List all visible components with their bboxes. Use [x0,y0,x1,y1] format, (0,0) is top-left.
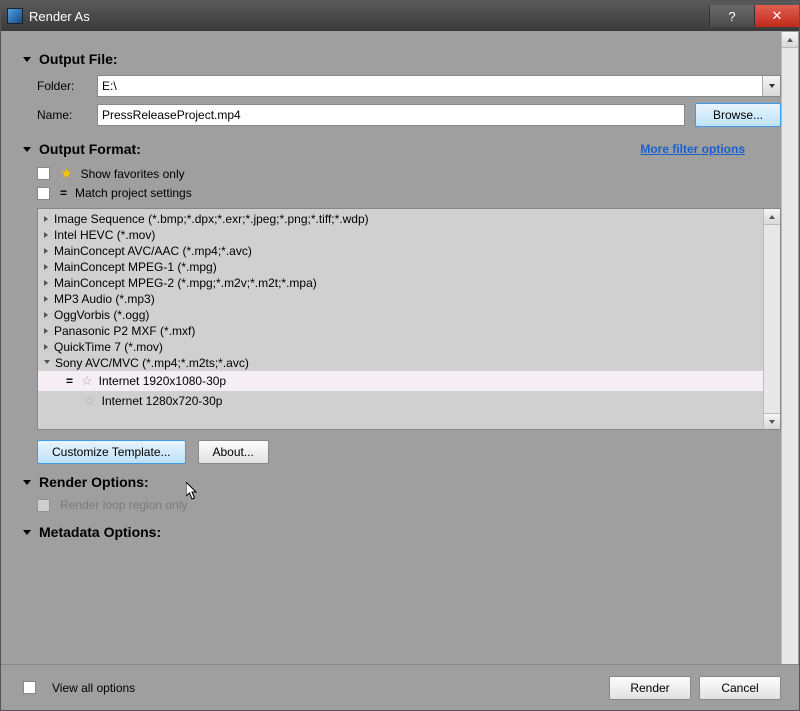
chevron-right-icon [44,216,48,222]
view-all-checkbox[interactable] [23,681,36,694]
chevron-down-icon [23,57,31,62]
render-loop-checkbox [37,499,50,512]
preset-item[interactable]: ☆ Internet 1280x720-30p [38,391,763,411]
name-label: Name: [37,108,97,122]
titlebar[interactable]: Render As ? ✕ [1,1,799,31]
chevron-right-icon [44,280,48,286]
app-icon [7,8,23,24]
chevron-down-icon [23,147,31,152]
render-loop-label: Render loop region only [60,498,187,512]
about-button[interactable]: About... [198,440,269,464]
format-item[interactable]: MP3 Audio (*.mp3) [38,291,763,307]
section-metadata-options[interactable]: Metadata Options: [23,524,781,540]
browse-button[interactable]: Browse... [695,103,781,127]
star-icon: ★ [60,165,73,182]
format-item[interactable]: QuickTime 7 (*.mov) [38,339,763,355]
chevron-down-icon [23,480,31,485]
folder-combo[interactable]: E:\ [97,75,781,97]
chevron-down-icon[interactable] [762,76,780,96]
equals-icon: = [66,374,73,388]
format-item[interactable]: Intel HEVC (*.mov) [38,227,763,243]
scroll-up-icon[interactable] [764,209,780,225]
chevron-right-icon [44,232,48,238]
chevron-right-icon [44,248,48,254]
chevron-down-icon [23,530,31,535]
format-item[interactable]: MainConcept AVC/AAC (*.mp4;*.avc) [38,243,763,259]
chevron-right-icon [44,312,48,318]
show-favorites-checkbox[interactable] [37,167,50,180]
section-render-options[interactable]: Render Options: [23,474,781,490]
chevron-right-icon [44,264,48,270]
scrollbar[interactable] [781,32,798,709]
star-outline-icon: ☆ [84,393,96,409]
equals-icon: = [60,186,67,200]
view-all-label: View all options [52,681,135,695]
render-as-dialog: Render As ? ✕ Output File: Folder: E:\ N… [0,0,800,711]
name-input[interactable]: PressReleaseProject.mp4 [97,104,685,126]
dialog-body: Output File: Folder: E:\ Name: PressRele… [1,31,799,710]
scroll-up-icon[interactable] [782,32,798,48]
chevron-right-icon [44,344,48,350]
scroll-down-icon[interactable] [764,413,780,429]
show-favorites-label: Show favorites only [81,167,185,181]
star-outline-icon: ☆ [81,373,93,389]
help-button[interactable]: ? [709,5,754,27]
more-filter-link[interactable]: More filter options [640,142,745,156]
render-button[interactable]: Render [609,676,691,700]
format-list[interactable]: Image Sequence (*.bmp;*.dpx;*.exr;*.jpeg… [37,208,781,430]
dialog-footer: View all options Render Cancel [1,664,799,710]
chevron-right-icon [44,328,48,334]
format-item[interactable]: MainConcept MPEG-2 (*.mpg;*.m2v;*.m2t;*.… [38,275,763,291]
folder-label: Folder: [37,79,97,93]
match-project-checkbox[interactable] [37,187,50,200]
format-item[interactable]: Sony AVC/MVC (*.mp4;*.m2ts;*.avc) [38,355,763,371]
format-item[interactable]: MainConcept MPEG-1 (*.mpg) [38,259,763,275]
window-title: Render As [29,9,90,24]
format-item[interactable]: Panasonic P2 MXF (*.mxf) [38,323,763,339]
preset-item-selected[interactable]: = ☆ Internet 1920x1080-30p [38,371,763,391]
chevron-right-icon [44,296,48,302]
section-output-format[interactable]: Output Format: More filter options [23,141,781,157]
customize-template-button[interactable]: Customize Template... [37,440,186,464]
close-button[interactable]: ✕ [754,5,799,27]
chevron-down-icon [44,360,50,367]
format-item[interactable]: Image Sequence (*.bmp;*.dpx;*.exr;*.jpeg… [38,211,763,227]
cancel-button[interactable]: Cancel [699,676,781,700]
format-item[interactable]: OggVorbis (*.ogg) [38,307,763,323]
scrollbar[interactable] [763,209,780,429]
match-project-label: Match project settings [75,186,192,200]
section-output-file[interactable]: Output File: [23,51,781,67]
